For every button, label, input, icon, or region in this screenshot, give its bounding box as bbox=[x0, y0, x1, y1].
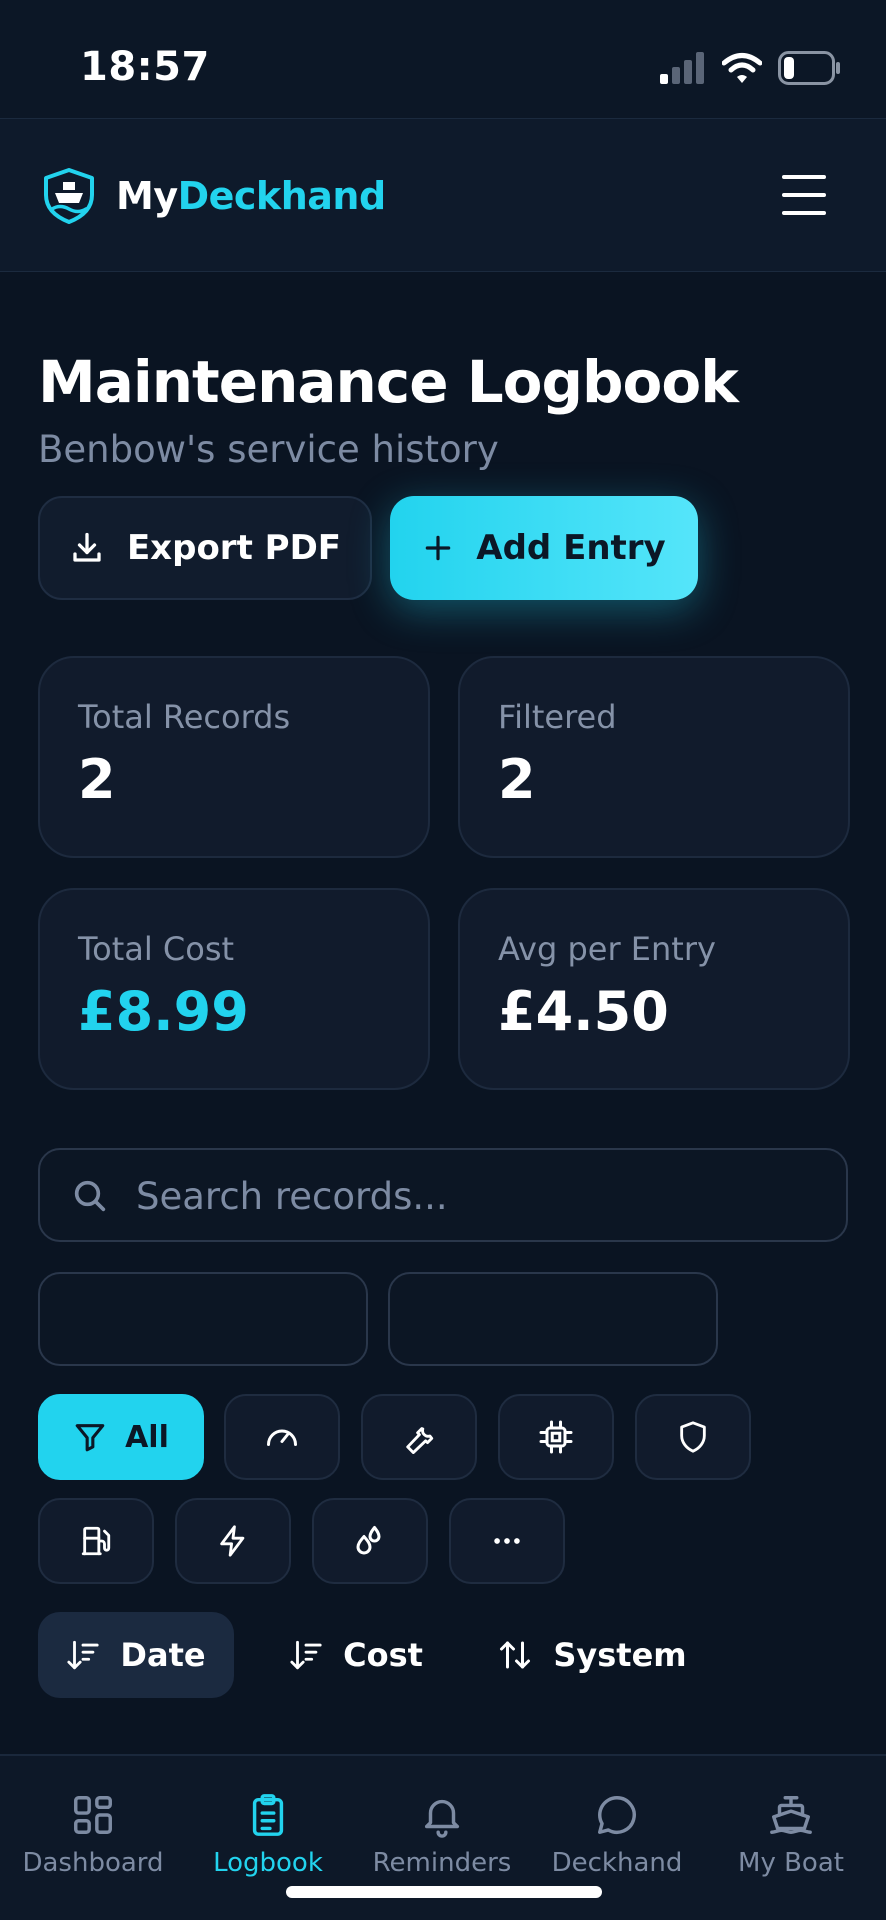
stat-label: Total Cost bbox=[78, 930, 235, 968]
sort-date-button[interactable]: Date bbox=[38, 1612, 234, 1698]
nav-dashboard-label: Dashboard bbox=[22, 1848, 164, 1878]
page-subtitle: Benbow's service history bbox=[38, 428, 499, 471]
brand-name: MyDeckhand bbox=[116, 174, 386, 218]
filter-chip-safety[interactable] bbox=[635, 1394, 751, 1480]
nav-item-reminders[interactable]: Reminders bbox=[357, 1792, 527, 1878]
stat-label: Filtered bbox=[498, 698, 617, 736]
status-icons bbox=[660, 50, 842, 86]
export-pdf-button[interactable]: Export PDF bbox=[38, 496, 372, 600]
stat-label: Total Records bbox=[78, 698, 291, 736]
wifi-icon bbox=[722, 53, 762, 83]
gauge-icon bbox=[267, 1429, 297, 1446]
dashboard-icon bbox=[74, 1796, 112, 1834]
clipboard-list-icon bbox=[252, 1794, 284, 1836]
home-indicator[interactable] bbox=[286, 1886, 602, 1898]
nav-item-logbook[interactable]: Logbook bbox=[183, 1792, 353, 1878]
droplets-icon bbox=[356, 1526, 381, 1555]
stat-label: Avg per Entry bbox=[498, 930, 716, 968]
sort-system-button[interactable]: System bbox=[492, 1612, 692, 1698]
stat-value: 2 bbox=[78, 748, 116, 811]
sort-system-label: System bbox=[553, 1636, 687, 1674]
chip-icon bbox=[539, 1420, 573, 1454]
brand-prefix: My bbox=[116, 174, 178, 218]
sort-desc-icon bbox=[67, 1640, 100, 1670]
add-entry-label: Add Entry bbox=[476, 528, 666, 568]
stat-card-filtered: Filtered 2 bbox=[458, 656, 850, 858]
filter-select-1[interactable] bbox=[38, 1272, 368, 1366]
fuel-icon bbox=[81, 1526, 111, 1556]
ship-icon bbox=[770, 1796, 812, 1834]
hamburger-menu-icon[interactable] bbox=[782, 175, 826, 215]
filter-chip-electrical[interactable] bbox=[175, 1498, 291, 1584]
bolt-icon bbox=[220, 1525, 245, 1557]
brand-suffix: Deckhand bbox=[177, 174, 387, 218]
search-bar bbox=[38, 1148, 848, 1242]
add-entry-button[interactable]: Add Entry bbox=[390, 496, 698, 600]
nav-item-my-boat[interactable]: My Boat bbox=[706, 1792, 876, 1878]
nav-item-deckhand[interactable]: Deckhand bbox=[532, 1792, 702, 1878]
nav-reminders-label: Reminders bbox=[372, 1848, 512, 1878]
page-title: Maintenance Logbook bbox=[38, 348, 739, 416]
boat-shield-icon bbox=[44, 168, 94, 224]
export-pdf-label: Export PDF bbox=[126, 528, 342, 568]
shield-icon bbox=[680, 1421, 706, 1453]
sort-arrows-icon bbox=[500, 1641, 531, 1669]
stat-value: 2 bbox=[498, 748, 536, 811]
status-bar: 18:57 bbox=[0, 0, 886, 118]
nav-item-dashboard[interactable]: Dashboard bbox=[8, 1792, 178, 1878]
battery-icon bbox=[778, 51, 840, 85]
wrench-icon bbox=[406, 1427, 434, 1454]
nav-logbook-label: Logbook bbox=[213, 1848, 323, 1878]
filter-chip-plumbing[interactable] bbox=[312, 1498, 428, 1584]
nav-my-boat-label: My Boat bbox=[738, 1848, 844, 1878]
status-time: 18:57 bbox=[80, 44, 210, 90]
filter-icon bbox=[75, 1424, 105, 1452]
bell-icon bbox=[424, 1799, 460, 1838]
filter-chip-performance[interactable] bbox=[224, 1394, 340, 1480]
filter-chip-fuel[interactable] bbox=[38, 1498, 154, 1584]
filter-chip-electronics[interactable] bbox=[498, 1394, 614, 1480]
search-icon bbox=[74, 1180, 106, 1212]
download-icon bbox=[73, 532, 101, 562]
search-input[interactable] bbox=[136, 1168, 816, 1224]
sort-desc-icon bbox=[290, 1640, 322, 1670]
filter-chip-more[interactable] bbox=[449, 1498, 565, 1584]
signal-icon bbox=[660, 52, 704, 84]
stat-value: £8.99 bbox=[78, 980, 249, 1043]
filter-select-2[interactable] bbox=[388, 1272, 718, 1366]
stat-value: £4.50 bbox=[498, 980, 669, 1043]
sort-cost-button[interactable]: Cost bbox=[272, 1612, 440, 1698]
sort-date-label: Date bbox=[120, 1636, 206, 1674]
plus-icon bbox=[425, 535, 451, 561]
brand-logo[interactable]: MyDeckhand bbox=[42, 167, 386, 225]
filter-chip-all-label: All bbox=[125, 1419, 169, 1455]
filter-chip-all[interactable]: All bbox=[38, 1394, 204, 1480]
sort-cost-label: Cost bbox=[343, 1636, 423, 1674]
app-header: MyDeckhand bbox=[0, 118, 886, 272]
chat-bubble-icon bbox=[598, 1796, 636, 1834]
nav-deckhand-label: Deckhand bbox=[551, 1848, 683, 1878]
stat-card-avg-per-entry: Avg per Entry £4.50 bbox=[458, 888, 850, 1090]
more-icon bbox=[494, 1538, 520, 1544]
stat-card-total-cost: Total Cost £8.99 bbox=[38, 888, 430, 1090]
filter-chip-mechanical[interactable] bbox=[361, 1394, 477, 1480]
stat-card-total-records: Total Records 2 bbox=[38, 656, 430, 858]
